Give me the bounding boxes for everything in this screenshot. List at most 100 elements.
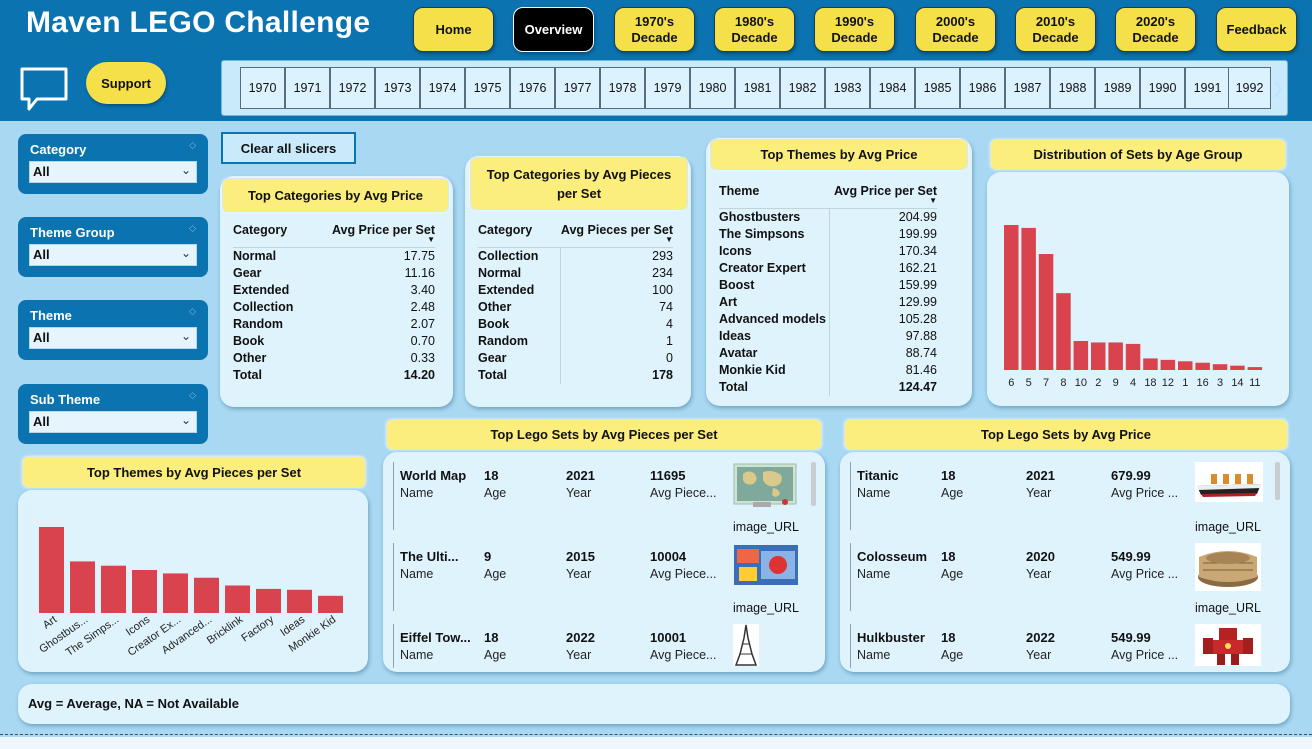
bar[interactable] [1056,293,1071,370]
year-1970-button[interactable]: 1970 [240,67,285,109]
year-1981-button[interactable]: 1981 [735,67,780,109]
bar[interactable] [1230,365,1245,370]
table-row[interactable]: Collection 2.48 [233,299,435,316]
year-1982-button[interactable]: 1982 [780,67,825,109]
year-1987-button[interactable]: 1987 [1005,67,1050,109]
year-1974-button[interactable]: 1974 [420,67,465,109]
nav-1990s-button[interactable]: 1990's Decade [814,7,895,52]
column-header-avg-price[interactable]: Avg Price per Set ▼ [325,223,435,248]
year-1971-button[interactable]: 1971 [285,67,330,109]
bar[interactable] [287,589,312,613]
year-1984-button[interactable]: 1984 [870,67,915,109]
year-1989-button[interactable]: 1989 [1095,67,1140,109]
table-row[interactable]: Book 0.70 [233,333,435,350]
category-dropdown[interactable]: All ⌄ [29,161,197,183]
list-item[interactable]: Titanic Name 18 Age 2021 Year 679.99 Avg… [840,462,1263,542]
list-item[interactable]: Colosseum Name 18 Age 2020 Year 549.99 A… [840,543,1261,623]
theme-dropdown[interactable]: All ⌄ [29,327,197,349]
table-row[interactable]: Monkie Kid 81.46 [719,362,937,379]
bar[interactable] [1195,362,1210,370]
bar[interactable] [1178,361,1193,370]
table-row[interactable]: Icons 170.34 [719,243,937,260]
column-header-category[interactable]: Category [478,223,560,248]
nav-1980s-button[interactable]: 1980's Decade [714,7,795,52]
year-1975-button[interactable]: 1975 [465,67,510,109]
nav-1970s-button[interactable]: 1970's Decade [614,7,695,52]
table-row[interactable]: Other 0.33 [233,350,435,367]
bar[interactable] [1108,342,1123,370]
bar[interactable] [1021,227,1036,370]
nav-overview-button[interactable]: Overview [513,7,594,52]
eraser-icon[interactable]: ◇ [189,390,196,401]
table-row[interactable]: Collection 293 [478,247,673,265]
table-row[interactable]: Avatar 88.74 [719,345,937,362]
bar[interactable] [1125,343,1141,370]
year-1980-button[interactable]: 1980 [690,67,735,109]
bar[interactable] [1160,359,1176,370]
nav-feedback-button[interactable]: Feedback [1216,7,1297,52]
table-row[interactable]: Random 2.07 [233,316,435,333]
chevron-right-icon[interactable]: ❯ [1271,78,1284,98]
table-row[interactable]: Advanced models 105.28 [719,311,937,328]
year-1983-button[interactable]: 1983 [825,67,870,109]
year-1992-button[interactable]: 1992 [1228,67,1271,109]
year-1973-button[interactable]: 1973 [375,67,420,109]
scrollbar[interactable] [1275,462,1280,500]
year-1988-button[interactable]: 1988 [1050,67,1095,109]
bar[interactable] [256,588,281,613]
eraser-icon[interactable]: ◇ [189,306,196,317]
clear-slicers-button[interactable]: Clear all slicers [221,132,356,164]
table-row[interactable]: The Simpsons 199.99 [719,226,937,243]
table-row[interactable]: Normal 17.75 [233,248,435,266]
table-row[interactable]: Art 129.99 [719,294,937,311]
scrollbar[interactable] [811,462,816,506]
table-row[interactable]: Other 74 [478,299,673,316]
year-1990-button[interactable]: 1990 [1140,67,1185,109]
bar[interactable] [318,595,343,613]
table-row[interactable]: Extended 100 [478,282,673,299]
table-row[interactable]: Random 1 [478,333,673,350]
list-item[interactable]: World Map Name 18 Age 2021 Year 11695 Av… [383,462,803,542]
column-header-theme[interactable]: Theme [719,184,829,209]
theme-group-dropdown[interactable]: All ⌄ [29,244,197,266]
table-row[interactable]: Creator Expert 162.21 [719,260,937,277]
nav-2010s-button[interactable]: 2010's Decade [1015,7,1096,52]
bar[interactable] [225,585,250,613]
bar[interactable] [1247,367,1263,370]
bar[interactable] [1004,225,1019,370]
support-button[interactable]: Support [86,62,166,104]
year-1976-button[interactable]: 1976 [510,67,555,109]
bar[interactable] [70,561,95,613]
year-1977-button[interactable]: 1977 [555,67,600,109]
bar[interactable] [1212,364,1228,370]
bar[interactable] [194,577,219,613]
table-row[interactable]: Book 4 [478,316,673,333]
eraser-icon[interactable]: ◇ [189,140,196,151]
bar[interactable] [101,565,126,613]
column-header-category[interactable]: Category [233,223,325,248]
table-row[interactable]: Ghostbusters 204.99 [719,208,937,226]
year-1986-button[interactable]: 1986 [960,67,1005,109]
year-1979-button[interactable]: 1979 [645,67,690,109]
year-1985-button[interactable]: 1985 [915,67,960,109]
table-row[interactable]: Extended 3.40 [233,282,435,299]
table-row[interactable]: Gear 11.16 [233,265,435,282]
table-row[interactable]: Boost 159.99 [719,277,937,294]
list-item[interactable]: The Ulti... Name 9 Age 2015 Year 10004 A… [383,543,803,623]
bar[interactable] [163,573,188,613]
sub-theme-dropdown[interactable]: All ⌄ [29,411,197,433]
bar[interactable] [1038,254,1054,370]
column-header-avg-pieces[interactable]: Avg Pieces per Set ▼ [560,223,673,248]
list-item[interactable]: Eiffel Tow... Name 18 Age 2022 Year 1000… [383,624,803,668]
year-1978-button[interactable]: 1978 [600,67,645,109]
year-1972-button[interactable]: 1972 [330,67,375,109]
nav-2020s-button[interactable]: 2020's Decade [1115,7,1196,52]
table-row[interactable]: Gear 0 [478,350,673,367]
eraser-icon[interactable]: ◇ [189,223,196,234]
bar[interactable] [1073,341,1089,370]
list-item[interactable]: Hulkbuster Name 18 Age 2022 Year 549.99 … [840,624,1261,668]
bar[interactable] [1143,358,1158,370]
table-row[interactable]: Normal 234 [478,265,673,282]
nav-home-button[interactable]: Home [413,7,494,52]
bar[interactable] [1091,342,1106,370]
